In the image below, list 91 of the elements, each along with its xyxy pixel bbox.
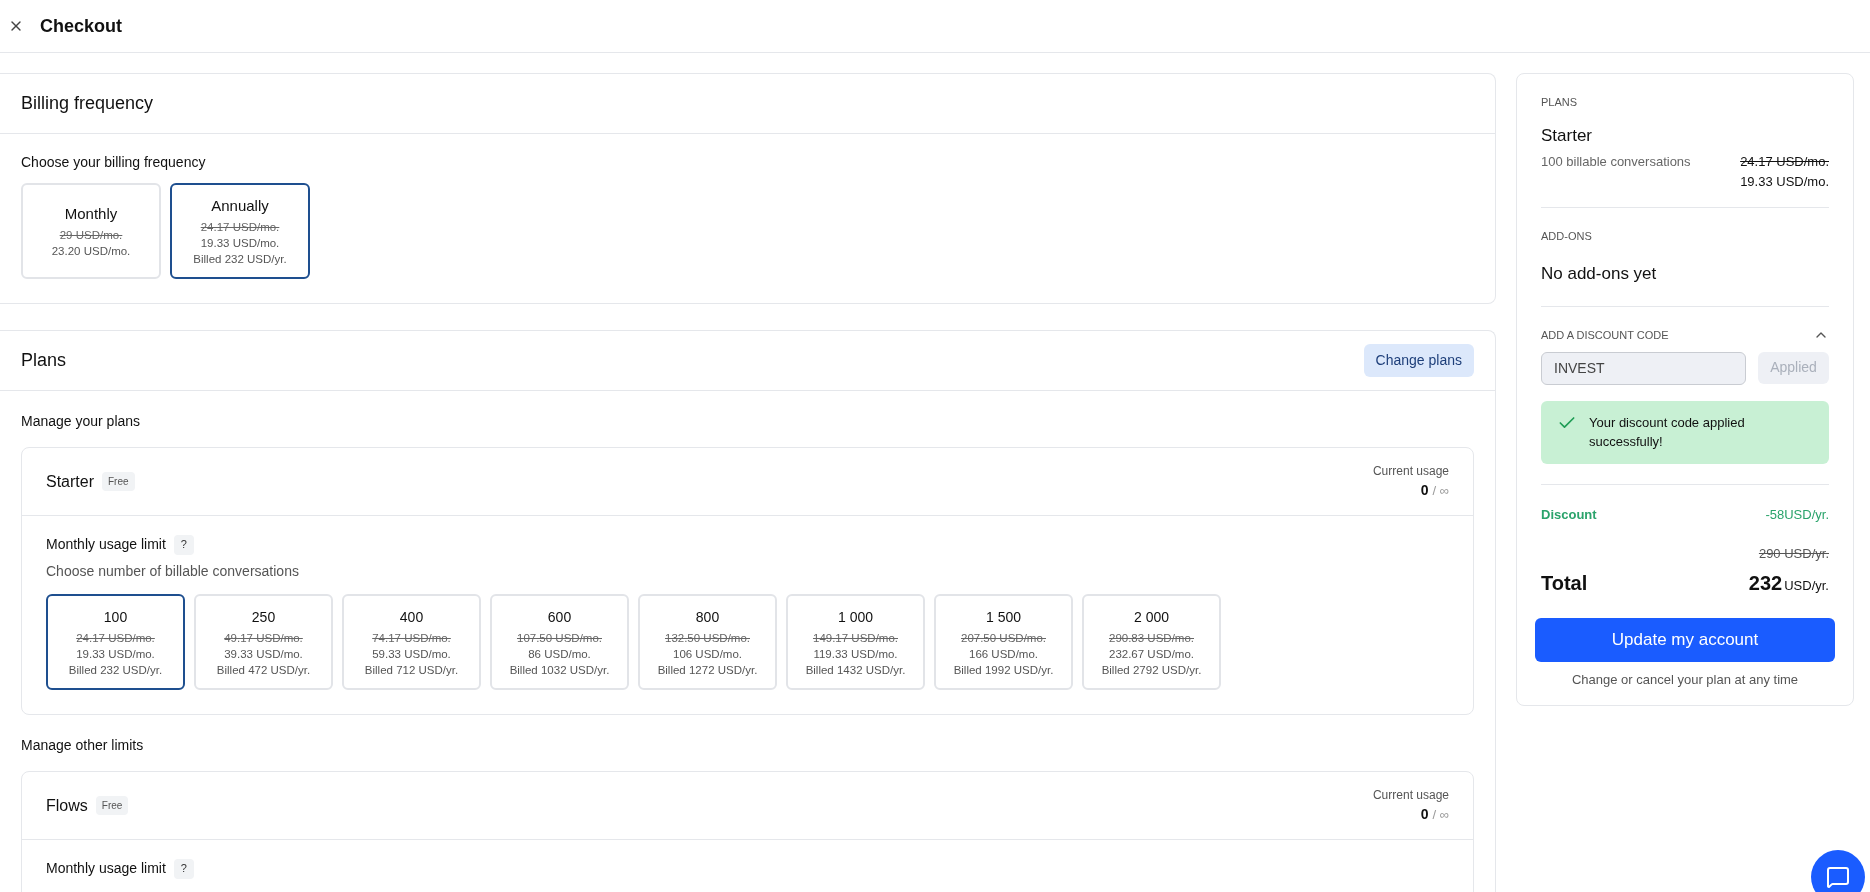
plan-name: Starter	[1541, 124, 1594, 147]
option-label: Monthly	[64, 203, 118, 224]
price-option-card[interactable]: 1 500 207.50 USD/mo. 166 USD/mo. Billed 1992 USD/yr.	[934, 594, 1073, 690]
option-label: 1 000	[837, 607, 873, 627]
old-price: 24.17 USD/mo.	[1740, 153, 1829, 171]
plan-name: Starter	[46, 471, 94, 492]
price-option-card[interactable]: Monthly 29 USD/mo. 23.20 USD/mo.	[21, 183, 161, 279]
price-option-card[interactable]: 800 132.50 USD/mo. 106 USD/mo. Billed 1272 USD/yr.	[638, 594, 777, 690]
plan-badge: Free	[95, 796, 129, 815]
chat-icon	[1826, 865, 1850, 889]
billed-amount: Billed 232 USD/yr.	[68, 662, 163, 678]
usage-max: / ∞	[1432, 482, 1449, 500]
total-amount: 232	[1748, 570, 1783, 596]
price-option-card[interactable]: 1 000 149.17 USD/mo. 119.33 USD/mo. Billed 1432 USD/yr.	[786, 594, 925, 690]
usage-label: Current usage	[1372, 787, 1449, 804]
option-label: Annually	[211, 195, 269, 216]
success-text: Your discount code applied successfully!	[1589, 413, 1746, 451]
summary-label: ADD-ONS	[1541, 229, 1593, 244]
old-price: 149.17 USD/mo.	[813, 630, 898, 646]
usage-value: 0	[1420, 805, 1429, 824]
help-button[interactable]: ?	[173, 534, 194, 555]
section-heading: Manage your plans	[20, 412, 142, 431]
plan-description: 100 billable conversations	[1541, 153, 1691, 171]
change-plans-button[interactable]: Change plans	[1363, 344, 1474, 377]
old-price: 49.17 USD/mo.	[224, 630, 303, 646]
limit-label: Monthly usage limit	[46, 535, 166, 554]
billed-amount: Billed 1992 USD/yr.	[953, 662, 1054, 678]
price-option-card[interactable]: 2 000 290.83 USD/mo. 232.67 USD/mo. Billed 2792 USD/yr.	[1082, 594, 1221, 690]
limit-label: Monthly usage limit	[46, 859, 166, 878]
billed-amount: Billed 2792 USD/yr.	[1101, 662, 1202, 678]
price: 19.33 USD/mo.	[76, 646, 155, 662]
price-option-card[interactable]: 100 24.17 USD/mo. 19.33 USD/mo. Billed 232 USD/yr.	[46, 594, 185, 690]
option-label: 1 500	[985, 607, 1021, 627]
plan-name: Flows	[46, 795, 88, 816]
price-option-card[interactable]: 400 74.17 USD/mo. 59.33 USD/mo. Billed 712 USD/yr.	[342, 594, 481, 690]
addons-text: No add-ons yet	[1541, 260, 1829, 307]
price: 23.20 USD/mo.	[51, 244, 131, 260]
summary-label: ADD A DISCOUNT CODE	[1541, 328, 1669, 343]
price: 119.33 USD/mo.	[813, 646, 898, 662]
price: 106 USD/mo.	[673, 646, 742, 662]
billed-amount: Billed 472 USD/yr.	[216, 662, 311, 678]
usage-label: Current usage	[1372, 463, 1449, 480]
old-price: 74.17 USD/mo.	[372, 630, 451, 646]
usage-max: / ∞	[1432, 806, 1449, 824]
price-option-card[interactable]: Annually 24.17 USD/mo. 19.33 USD/mo. Billed 232 USD/yr.	[170, 183, 310, 279]
plan-badge: Free	[102, 472, 135, 491]
price: 19.33 USD/mo.	[1740, 172, 1829, 191]
price: 19.33 USD/mo.	[200, 236, 280, 252]
old-price: 132.50 USD/mo.	[665, 630, 750, 646]
old-price: 24.17 USD/mo.	[200, 220, 280, 236]
usage-value: 0	[1420, 481, 1429, 500]
billing-prompt: Choose your billing frequency	[21, 153, 207, 172]
discount-code-field[interactable]: INVEST	[1541, 351, 1746, 385]
section-heading: Manage other limits	[20, 736, 145, 755]
total-old-price: 290 USD/yr.	[1757, 545, 1829, 563]
section-title: Plans	[21, 349, 67, 372]
option-label: 400	[399, 607, 424, 627]
chat-button[interactable]	[1811, 850, 1865, 892]
price: 166 USD/mo.	[969, 646, 1038, 662]
billed-amount: Billed 232 USD/yr.	[193, 252, 287, 268]
section-title: Billing frequency	[21, 92, 154, 115]
old-price: 207.50 USD/mo.	[961, 630, 1046, 646]
page-title: Checkout	[40, 14, 122, 38]
summary-label: PLANS	[1541, 95, 1579, 110]
billed-amount: Billed 1432 USD/yr.	[805, 662, 906, 678]
old-price: 24.17 USD/mo.	[76, 630, 155, 646]
price: 86 USD/mo.	[528, 646, 591, 662]
option-label: 800	[695, 607, 720, 627]
billed-amount: Billed 1032 USD/yr.	[509, 662, 610, 678]
billed-amount: Billed 1272 USD/yr.	[657, 662, 758, 678]
option-label: 2 000	[1133, 607, 1169, 627]
discount-label: Discount	[1541, 505, 1597, 524]
price: 59.33 USD/mo.	[372, 646, 451, 662]
total-label: Total	[1541, 570, 1588, 596]
option-label: 600	[547, 607, 572, 627]
option-label: 250	[251, 607, 276, 627]
price: 39.33 USD/mo.	[224, 646, 303, 662]
total-unit: USD/yr.	[1784, 576, 1829, 595]
old-price: 290.83 USD/mo.	[1109, 630, 1194, 646]
price-option-card[interactable]: 600 107.50 USD/mo. 86 USD/mo. Billed 1032 USD/yr.	[490, 594, 629, 690]
limit-hint: Choose number of billable conversations	[46, 562, 300, 581]
plan-note: Change or cancel your plan at any time	[1570, 670, 1800, 689]
price-option-card[interactable]: 250 49.17 USD/mo. 39.33 USD/mo. Billed 472 USD/yr.	[194, 594, 333, 690]
discount-value: -58USD/yr.	[1765, 505, 1829, 524]
old-price: 29 USD/mo.	[59, 228, 123, 244]
old-price: 107.50 USD/mo.	[517, 630, 602, 646]
billed-amount: Billed 712 USD/yr.	[364, 662, 459, 678]
price: 232.67 USD/mo.	[1109, 646, 1194, 662]
option-label: 100	[103, 607, 128, 627]
update-account-button[interactable]: Update my account	[1535, 617, 1835, 662]
help-button[interactable]: ?	[173, 858, 194, 879]
